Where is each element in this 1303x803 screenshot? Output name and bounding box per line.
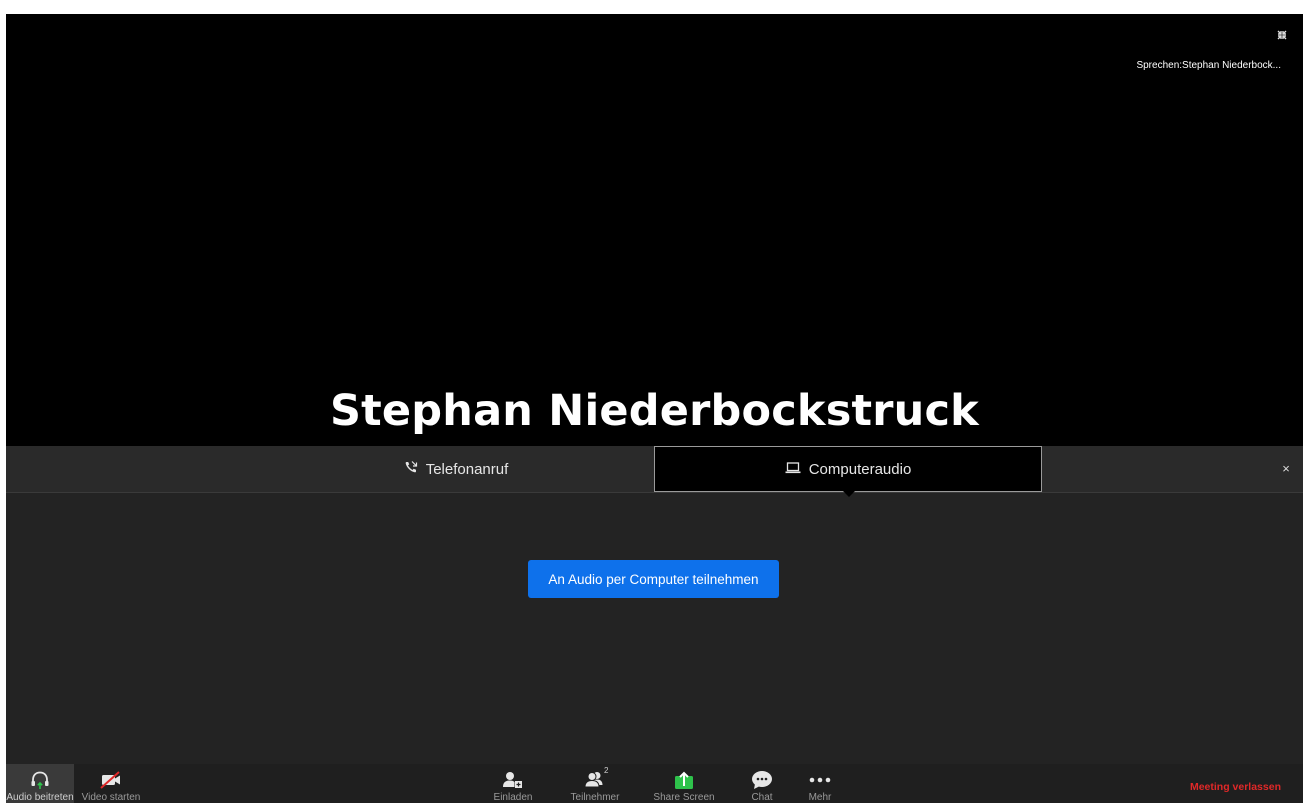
start-video-label: Video starten xyxy=(81,792,141,803)
participants-icon: 2 xyxy=(583,766,609,790)
share-screen-label: Share Screen xyxy=(653,792,715,803)
chat-label: Chat xyxy=(751,792,773,803)
join-computer-audio-button[interactable]: An Audio per Computer teilnehmen xyxy=(528,560,779,598)
tab-phone-call[interactable]: Telefonanruf xyxy=(261,446,651,492)
tab-computer-audio-label: Computeraudio xyxy=(808,460,912,478)
chat-button[interactable]: Chat xyxy=(742,764,782,803)
leave-meeting-button[interactable]: Meeting verlassen xyxy=(1190,781,1281,793)
meeting-toolbar: Audio beitreten Video starten Einladen 2… xyxy=(6,764,1303,803)
close-icon[interactable]: × xyxy=(1279,461,1293,476)
share-screen-button[interactable]: Share Screen xyxy=(648,764,720,803)
laptop-icon xyxy=(785,461,809,478)
participants-count: 2 xyxy=(604,766,609,775)
audio-tabs: Telefonanruf Computeraudio × xyxy=(6,446,1303,497)
more-label: Mehr xyxy=(808,792,832,803)
phone-icon xyxy=(404,460,426,478)
fullscreen-icon[interactable] xyxy=(1275,28,1289,42)
participants-button[interactable]: 2 Teilnehmer xyxy=(562,764,628,803)
share-screen-icon xyxy=(672,769,696,790)
more-button[interactable]: Mehr xyxy=(800,764,840,803)
active-speaker-label: Sprechen:Stephan Niederbock... xyxy=(1136,60,1281,71)
participants-label: Teilnehmer xyxy=(570,792,620,803)
video-area: Sprechen:Stephan Niederbock... Stephan N… xyxy=(6,14,1303,446)
start-video-button[interactable]: Video starten xyxy=(76,764,146,803)
participant-name: Stephan Niederbockstruck xyxy=(330,386,979,436)
headphones-icon xyxy=(29,769,51,790)
join-audio-label: Audio beitreten xyxy=(6,792,74,803)
add-user-icon xyxy=(501,769,525,790)
invite-label: Einladen xyxy=(493,792,533,803)
audio-join-panel: Telefonanruf Computeraudio × An Audio pe… xyxy=(6,446,1303,764)
more-dots-icon xyxy=(808,769,832,790)
chat-icon xyxy=(750,769,774,790)
meeting-window: Sprechen:Stephan Niederbock... Stephan N… xyxy=(6,14,1303,803)
tab-phone-call-label: Telefonanruf xyxy=(425,460,509,478)
join-audio-button[interactable]: Audio beitreten xyxy=(6,764,74,803)
video-off-icon xyxy=(98,769,124,790)
tab-computer-audio[interactable]: Computeraudio xyxy=(654,446,1042,497)
invite-button[interactable]: Einladen xyxy=(484,764,542,803)
